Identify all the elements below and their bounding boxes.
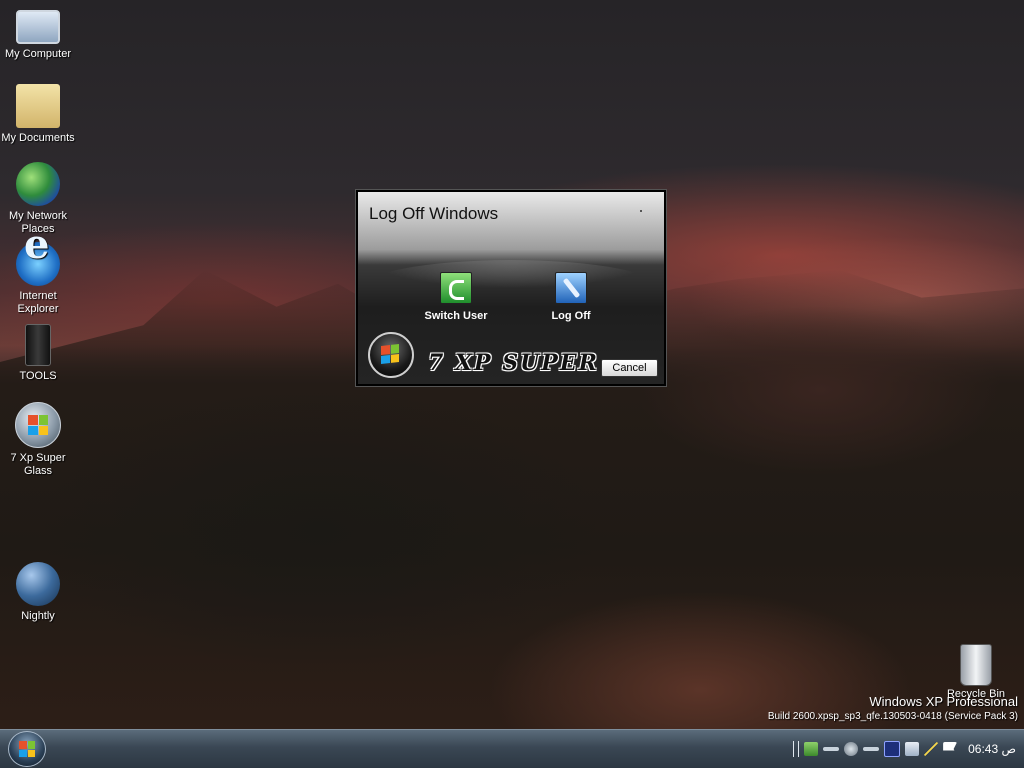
- recycle-bin-icon: [960, 644, 992, 686]
- icon-label-line1: 7 Xp Super: [10, 452, 66, 464]
- windows-flag-icon: [19, 741, 35, 757]
- internet-explorer-icon: [16, 238, 60, 286]
- log-off-dialog: Log Off Windows Switch User Log Off 7 XP…: [356, 190, 666, 386]
- clock-time: 06:43: [968, 742, 999, 756]
- nightly-globe-icon: [16, 562, 60, 606]
- desktop-icon-my-computer[interactable]: My Computer: [0, 4, 76, 61]
- volume-tray-icon[interactable]: [844, 742, 859, 756]
- dialog-title: Log Off Windows: [369, 204, 499, 223]
- log-off-button[interactable]: Log Off: [526, 272, 616, 322]
- icon-label-line2: Glass: [23, 465, 53, 477]
- desktop-icon-7xp-super-glass[interactable]: 7 Xp Super Glass: [0, 402, 76, 478]
- network-globe-icon: [16, 162, 60, 206]
- usb-tray-icon[interactable]: [863, 747, 880, 751]
- desktop-icon-internet-explorer[interactable]: Internet Explorer: [0, 238, 76, 316]
- os-version-watermark: Windows XP Professional Build 2600.xpsp_…: [768, 694, 1018, 722]
- icon-label: Nightly: [21, 610, 55, 622]
- windows-logo-orb: [368, 332, 414, 378]
- start-button[interactable]: [8, 731, 46, 767]
- network-tray-icon[interactable]: [804, 742, 819, 756]
- tray-grip[interactable]: [793, 741, 800, 757]
- os-name: Windows XP Professional: [869, 694, 1018, 709]
- desktop-icon-tools[interactable]: TOOLS: [0, 324, 76, 383]
- wand-tray-icon[interactable]: [924, 742, 939, 756]
- icon-label-line2: Explorer: [17, 303, 59, 315]
- cancel-button[interactable]: Cancel: [601, 359, 658, 377]
- system-tray: 06:43 ص: [785, 730, 1024, 768]
- tools-icon: [25, 324, 51, 366]
- windows-flag-icon: [28, 415, 48, 435]
- desktop-icon-nightly[interactable]: Nightly: [0, 562, 76, 623]
- switch-user-button[interactable]: Switch User: [411, 272, 501, 322]
- switch-user-icon: [440, 272, 472, 304]
- flag-tray-icon[interactable]: [943, 742, 958, 756]
- clock[interactable]: 06:43 ص: [968, 742, 1016, 756]
- display-tray-icon[interactable]: [884, 741, 901, 757]
- connection-tray-icon[interactable]: [823, 747, 840, 751]
- os-build: Build 2600.xpsp_sp3_qfe.130503-0418 (Ser…: [767, 711, 1018, 722]
- desktop-icon-recycle-bin[interactable]: Recycle Bin: [946, 644, 1006, 700]
- dialog-arc-decoration: [358, 260, 664, 290]
- icon-label: My Documents: [1, 132, 75, 144]
- log-off-label: Log Off: [551, 310, 591, 322]
- dialog-decoration: [640, 210, 642, 212]
- desktop-icon-my-documents[interactable]: My Documents: [0, 84, 76, 145]
- key-icon: [555, 272, 587, 304]
- windows-flag-icon: [381, 344, 399, 364]
- computer-icon: [16, 10, 60, 44]
- windows-orb-icon: [15, 402, 61, 448]
- clock-ampm: ص: [1001, 742, 1016, 756]
- folder-icon: [16, 84, 60, 128]
- icon-label-line1: Internet: [19, 290, 57, 302]
- document-tray-icon[interactable]: [905, 742, 920, 756]
- icon-label: TOOLS: [19, 370, 57, 382]
- taskbar: 06:43 ص: [0, 729, 1024, 768]
- brand-logo-text: 7 XP SUPER: [428, 350, 599, 376]
- switch-user-label: Switch User: [424, 310, 488, 322]
- icon-label: My Computer: [4, 48, 72, 60]
